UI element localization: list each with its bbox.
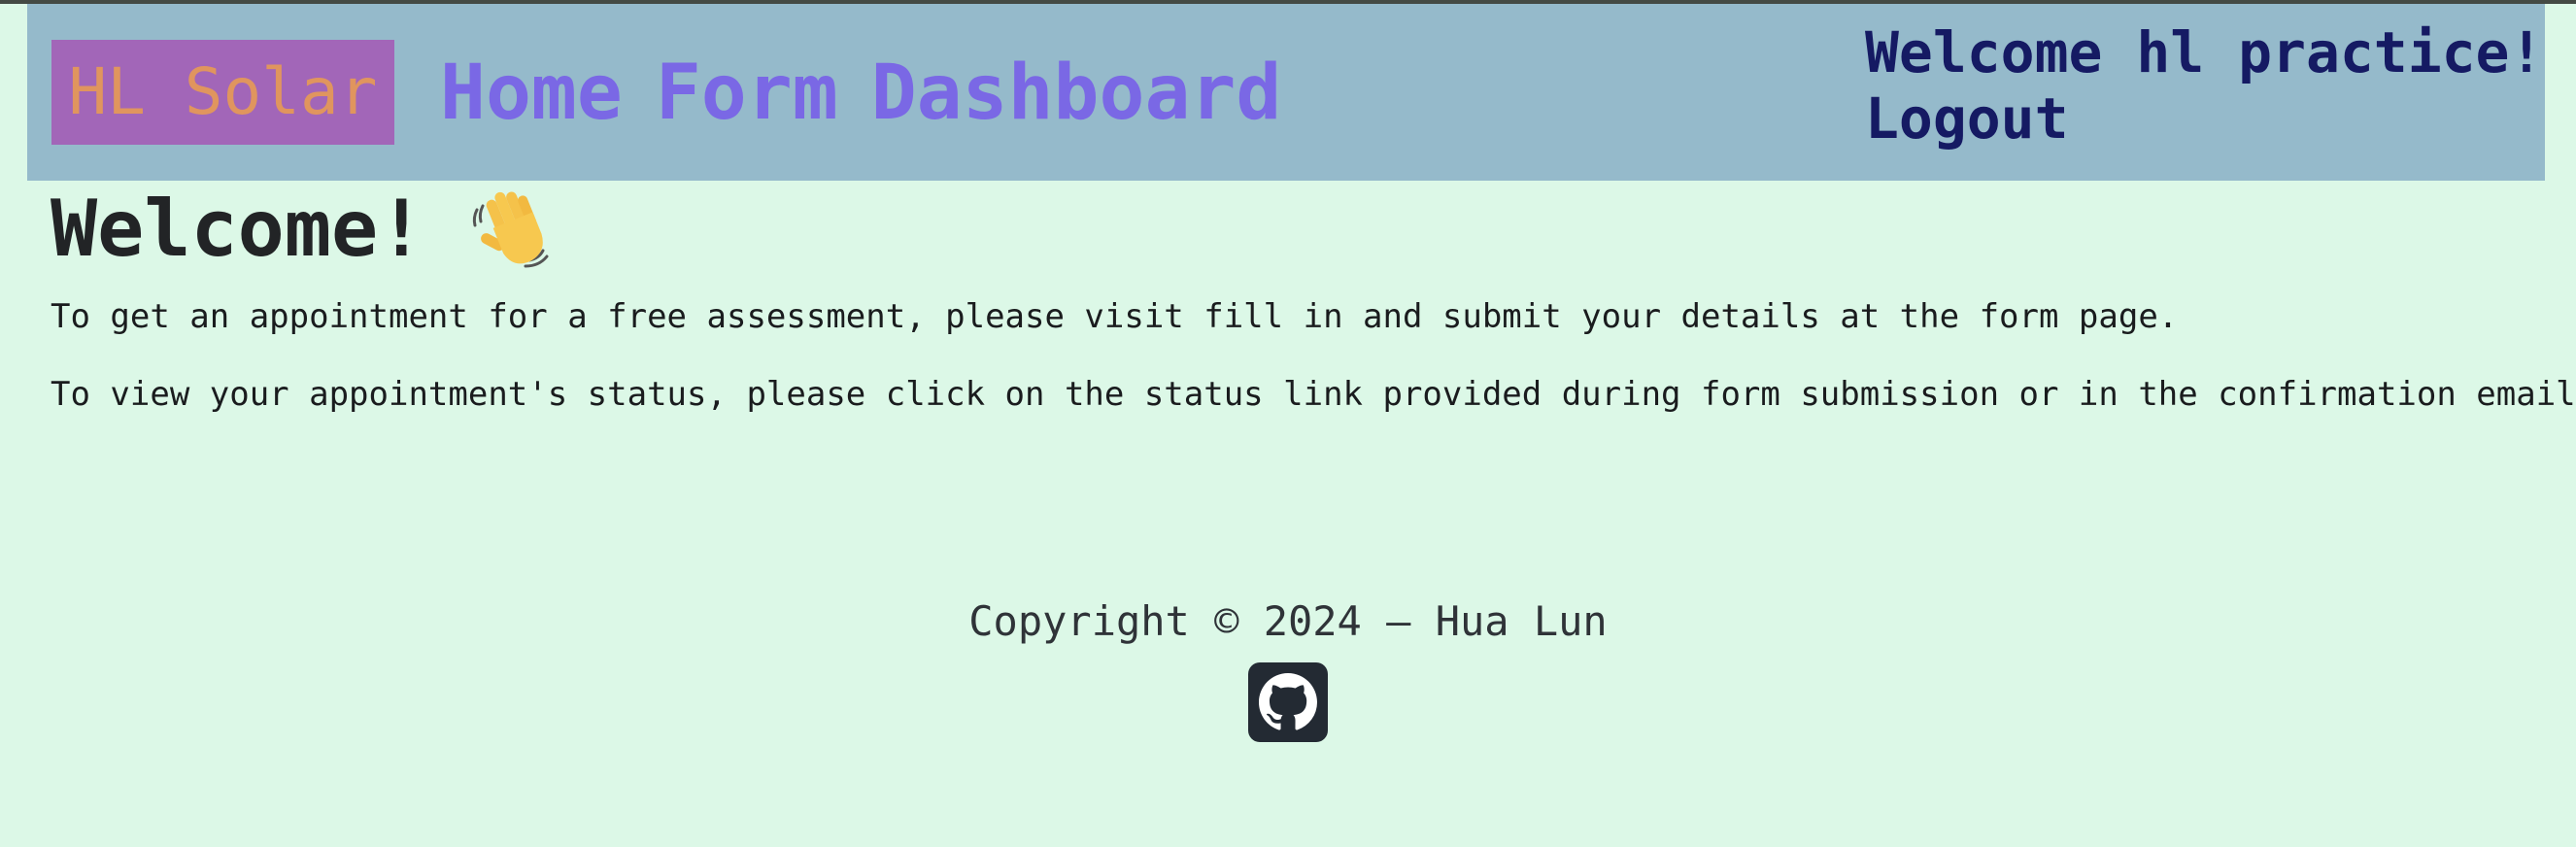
nav-link-dashboard[interactable]: Dashboard: [871, 47, 1282, 140]
nav-links: Home Form Dashboard: [440, 47, 1314, 140]
main-content: Welcome! To get an appointment for a fre…: [51, 181, 2576, 416]
nav-link-form[interactable]: Form: [656, 47, 838, 140]
navbar: HL Solar Home Form Dashboard Welcome hl …: [27, 4, 2545, 181]
copyright-text: Copyright © 2024 — Hua Lun: [968, 597, 1608, 645]
footer: Copyright © 2024 — Hua Lun: [0, 593, 2576, 742]
waving-hand-icon: [469, 188, 551, 270]
intro-paragraph-status: To view your appointment's status, pleas…: [51, 375, 2576, 414]
user-box: Welcome hl practice! Logout: [1865, 19, 2543, 152]
github-icon: [1259, 673, 1317, 730]
user-greeting: Welcome hl practice!: [1865, 19, 2544, 85]
github-link[interactable]: [1248, 662, 1328, 742]
page-title-text: Welcome!: [51, 184, 425, 274]
logout-link[interactable]: Logout: [1865, 85, 2543, 152]
page-title: Welcome!: [51, 183, 2537, 276]
intro-paragraph-appointment: To get an appointment for a free assessm…: [51, 297, 2179, 336]
nav-link-home[interactable]: Home: [440, 47, 623, 140]
brand-logo-link[interactable]: HL Solar: [51, 40, 394, 145]
